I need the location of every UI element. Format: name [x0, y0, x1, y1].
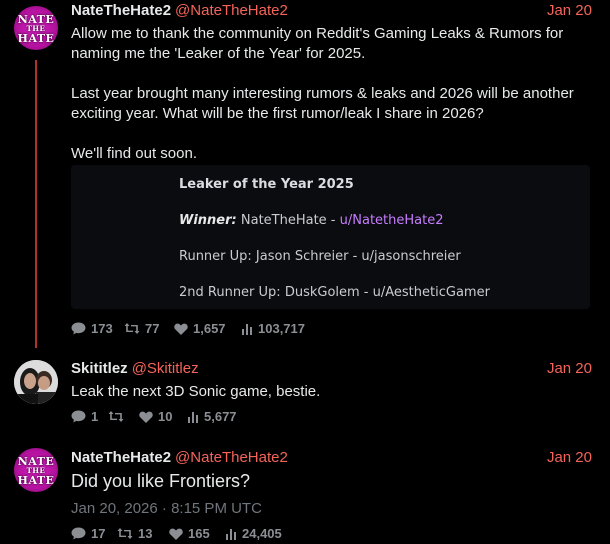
post-date[interactable]: Jan 20: [547, 2, 592, 19]
views-count: 103,717: [258, 321, 305, 336]
post-date[interactable]: Jan 20: [547, 449, 592, 466]
post-header: NateTheHate2 @NateTheHate2 Jan 20: [71, 2, 592, 22]
winner-name: NateTheHate -: [240, 213, 336, 228]
views-count: 24,405: [242, 526, 282, 541]
repost-stat[interactable]: 13: [117, 526, 152, 541]
repost-icon: [117, 528, 133, 539]
winner-user-link[interactable]: u/NatetheHate2: [340, 213, 444, 228]
views-count: 5,677: [204, 409, 237, 424]
avatar-photo: [14, 360, 58, 404]
views-stat[interactable]: 5,677: [187, 409, 237, 424]
post-body: Allow me to thank the community on Reddi…: [71, 24, 580, 164]
repost-stat[interactable]: [108, 409, 129, 424]
reply-icon: [71, 322, 86, 335]
post-body: Leak the next 3D Sonic game, bestie.: [71, 383, 321, 400]
post-paragraph: We'll find out soon.: [71, 145, 197, 162]
avatar-logo: NATE THE HATE: [17, 455, 55, 487]
like-stat[interactable]: 10: [139, 409, 172, 424]
avatar[interactable]: [14, 360, 58, 404]
winner-label: Winner:: [179, 213, 237, 228]
avatar-logo: NATE THE HATE: [17, 13, 55, 45]
avatar[interactable]: NATE THE HATE: [14, 6, 58, 50]
repost-icon: [124, 323, 140, 334]
author-name[interactable]: NateTheHate2: [71, 2, 171, 19]
like-icon: [169, 528, 183, 540]
author-name[interactable]: Skititlez: [71, 360, 128, 377]
views-icon: [242, 324, 252, 335]
like-stat[interactable]: 1,657: [174, 321, 226, 336]
post-paragraph: Last year brought many interesting rumor…: [71, 85, 574, 122]
post-header: Skititlez @Skititlez Jan 20: [71, 360, 592, 380]
post-header: NateTheHate2 @NateTheHate2 Jan 20: [71, 449, 592, 469]
views-stat[interactable]: 103,717: [241, 321, 305, 336]
avatar[interactable]: NATE THE HATE: [14, 448, 58, 492]
repost-count: 13: [138, 526, 153, 541]
quote-card[interactable]: Leaker of the Year 2025 Winner: NateTheH…: [71, 165, 590, 309]
post-timestamp[interactable]: Jan 20, 2026 · 8:15 PM UTC: [71, 500, 262, 517]
quote-title: Leaker of the Year 2025: [179, 177, 354, 192]
reply-count: 173: [91, 321, 113, 336]
author-handle[interactable]: @NateTheHate2: [175, 449, 288, 466]
quote-second-runner-up: 2nd Runner Up: DuskGolem - u/AestheticGa…: [179, 285, 490, 300]
like-count: 1,657: [193, 321, 226, 336]
quote-winner: Winner: NateTheHate - u/NatetheHate2: [179, 213, 444, 228]
like-stat[interactable]: 165: [169, 526, 210, 541]
reply-icon: [71, 527, 86, 540]
author-name[interactable]: NateTheHate2: [71, 449, 171, 466]
repost-icon: [108, 411, 124, 422]
reply-icon: [71, 410, 86, 423]
author-handle[interactable]: @Skititlez: [132, 360, 199, 377]
views-icon: [188, 412, 198, 423]
reply-count: 1: [91, 409, 99, 424]
views-icon: [226, 529, 236, 540]
like-icon: [174, 323, 188, 335]
post-body: Did you like Frontiers?: [71, 471, 251, 491]
like-icon: [139, 411, 153, 423]
like-count: 165: [188, 526, 210, 541]
reply-stat[interactable]: 1: [71, 409, 98, 424]
reply-stat[interactable]: 173: [71, 321, 113, 336]
like-count: 10: [158, 409, 173, 424]
author-handle[interactable]: @NateTheHate2: [175, 2, 288, 19]
repost-stat[interactable]: 77: [124, 321, 159, 336]
thread-line: [35, 60, 37, 348]
post-paragraph: Allow me to thank the community on Reddi…: [71, 25, 564, 62]
reply-stat[interactable]: 17: [71, 526, 105, 541]
post-date[interactable]: Jan 20: [547, 360, 592, 377]
reply-count: 17: [91, 526, 106, 541]
quote-runner-up: Runner Up: Jason Schreier - u/jasonschre…: [179, 249, 461, 264]
views-stat[interactable]: 24,405: [225, 526, 282, 541]
repost-count: 77: [145, 321, 160, 336]
